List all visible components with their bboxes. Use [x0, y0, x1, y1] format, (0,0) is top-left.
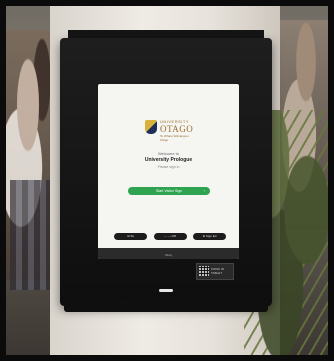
logo-name: OTAGO [160, 124, 194, 134]
kiosk-bottom-lip [64, 300, 268, 312]
option-button-3[interactable]: ⊕ Sign Ed [193, 233, 226, 240]
welcome-text: Welcome to [157, 151, 180, 156]
photo: UNIVERSITY OTAGO Te Whare Wānanga o Otāg… [0, 0, 334, 361]
option-button-2[interactable]: ⋯ — DR [153, 233, 187, 240]
tablet-screen: UNIVERSITY OTAGO Te Whare Wānanga o Otāg… [98, 84, 239, 259]
powered-by-text: Sitely [164, 253, 173, 257]
university-logo: UNIVERSITY OTAGO Te Whare Wānanga o Otāg… [145, 118, 194, 142]
chevron-right-icon: › [203, 189, 205, 193]
place-name: University Prologue [144, 157, 193, 163]
logo-maori-text: Te Whare Wānanga o Otāgo [160, 134, 190, 142]
option-buttons-row: ⊞ Sit ⋯ — DR ⊕ Sign Ed [114, 233, 226, 241]
qr-code-icon [199, 266, 209, 276]
kiosk-sticker: KIOSK ID TABLET [196, 263, 234, 280]
sub-text: Please sign in [157, 165, 180, 169]
option-button-1[interactable]: ⊞ Sit [114, 233, 147, 240]
crest-icon [145, 120, 157, 134]
visitor-sign-in-button[interactable]: Start Visitor Sign › [128, 187, 210, 195]
kiosk-indicator-light [159, 289, 173, 292]
visitor-button-label: Start Visitor Sign [155, 189, 182, 193]
sticker-text: KIOSK ID TABLET [211, 267, 225, 275]
